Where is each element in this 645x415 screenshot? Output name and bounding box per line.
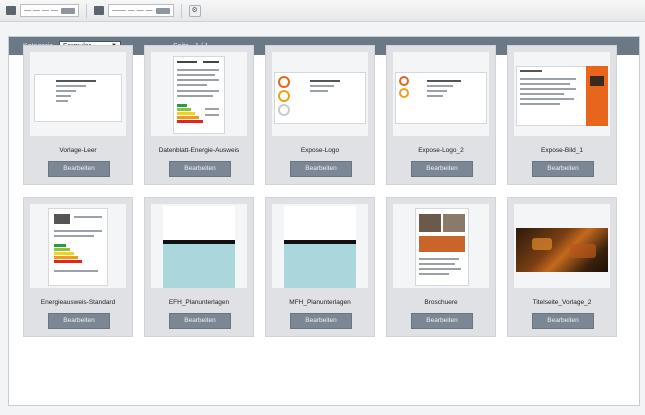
template-card[interactable]: Energieausweis-Standard Bearbeiten — [23, 197, 133, 337]
template-card[interactable]: Expose-Logo Bearbeiten — [265, 45, 375, 185]
edit-button[interactable]: Bearbeiten — [290, 313, 352, 329]
edit-button[interactable]: Bearbeiten — [290, 161, 352, 177]
template-thumbnail[interactable] — [514, 204, 610, 288]
tools-icon[interactable]: ⚙ — [188, 4, 201, 17]
template-name: Energieausweis-Standard — [40, 299, 116, 306]
template-thumbnail[interactable] — [151, 52, 247, 136]
template-name: EFH_Planunterlagen — [168, 299, 230, 306]
template-thumbnail[interactable] — [30, 52, 126, 136]
edit-button[interactable]: Bearbeiten — [532, 313, 594, 329]
template-name: Datenblatt-Energie-Ausweis — [158, 147, 240, 154]
template-thumbnail[interactable] — [393, 52, 489, 136]
toolbar: — — — — —— — — — ⚙ — [0, 0, 645, 22]
edit-button[interactable]: Bearbeiten — [411, 161, 473, 177]
template-name: Expose-Bild_1 — [541, 147, 583, 154]
toolbar-field-1-text: — — — — — [24, 7, 58, 14]
toolbar-field-2-text: —— — — — — [111, 7, 153, 14]
edit-button[interactable]: Bearbeiten — [411, 313, 473, 329]
template-card[interactable]: MFH_Planunterlagen Bearbeiten — [265, 197, 375, 337]
template-card[interactable]: Expose-Bild_1 Bearbeiten — [507, 45, 617, 185]
edit-button[interactable]: Bearbeiten — [169, 313, 231, 329]
toolbar-separator — [180, 3, 182, 18]
grid-icon[interactable] — [6, 6, 16, 15]
template-name: Expose-Logo_2 — [418, 147, 464, 154]
template-thumbnail[interactable] — [151, 204, 247, 288]
edit-button[interactable]: Bearbeiten — [169, 161, 231, 177]
template-name: MFH_Planunterlagen — [289, 299, 351, 306]
page-icon[interactable] — [93, 6, 104, 15]
edit-button[interactable]: Bearbeiten — [48, 313, 110, 329]
template-card[interactable]: Titelseite_Vorlage_2 Bearbeiten — [507, 197, 617, 337]
template-name: Vorlage-Leer — [59, 147, 97, 154]
edit-button[interactable]: Bearbeiten — [532, 161, 594, 177]
slider-icon — [60, 7, 75, 14]
toolbar-field-2[interactable]: —— — — — — [107, 4, 174, 17]
template-thumbnail[interactable] — [272, 52, 368, 136]
template-name: Titelseite_Vorlage_2 — [532, 299, 592, 306]
template-card[interactable]: Expose-Logo_2 Bearbeiten — [386, 45, 496, 185]
template-thumbnail[interactable] — [393, 204, 489, 288]
template-name: Expose-Logo — [300, 147, 340, 154]
slider-icon — [155, 7, 170, 14]
template-thumbnail[interactable] — [514, 52, 610, 136]
edit-button[interactable]: Bearbeiten — [48, 161, 110, 177]
template-card[interactable]: EFH_Planunterlagen Bearbeiten — [144, 197, 254, 337]
template-card[interactable]: Datenblatt-Energie-Ausweis Bearbeiten — [144, 45, 254, 185]
template-card[interactable]: Broschuere Bearbeiten — [386, 197, 496, 337]
template-thumbnail[interactable] — [30, 204, 126, 288]
toolbar-separator — [85, 3, 87, 18]
template-name: Broschuere — [424, 299, 458, 306]
template-card[interactable]: Vorlage-Leer Bearbeiten — [23, 45, 133, 185]
toolbar-field-1[interactable]: — — — — — [20, 4, 79, 17]
template-thumbnail[interactable] — [272, 204, 368, 288]
